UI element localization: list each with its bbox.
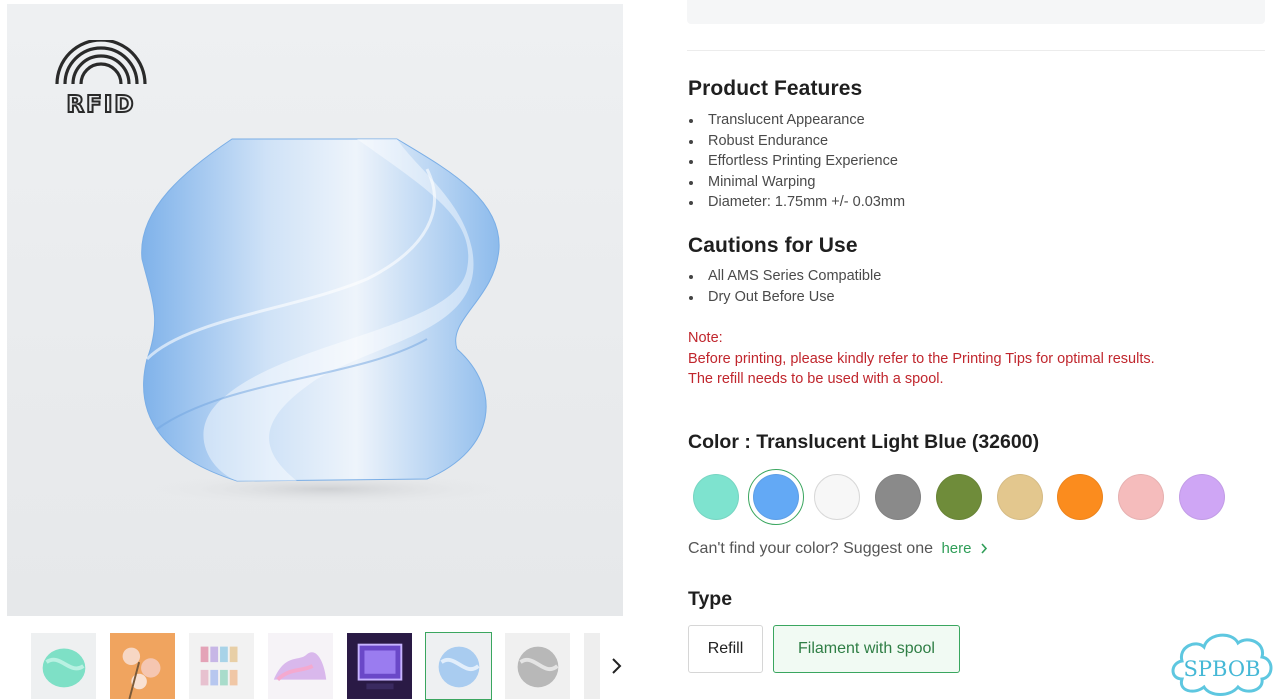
swatch-light-blue[interactable]	[753, 474, 799, 520]
watermark-text: SPBOB	[1184, 657, 1261, 681]
note-label: Note:	[688, 330, 723, 346]
thumbnail-strip	[30, 632, 600, 700]
suggest-text: Can't find your color? Suggest one	[688, 540, 933, 557]
thumbnail-partial[interactable]	[583, 632, 600, 700]
list-item: All AMS Series Compatible	[688, 266, 881, 287]
spbob-watermark: SPBOB	[1171, 633, 1273, 696]
type-refill-button[interactable]: Refill	[688, 625, 763, 673]
swatch-mint[interactable]	[693, 474, 739, 520]
thumbnail-purple-lamp[interactable]	[346, 632, 413, 700]
type-spool-button[interactable]: Filament with spool	[773, 625, 960, 673]
cautions-list: All AMS Series Compatible Dry Out Before…	[688, 266, 881, 308]
list-item: Effortless Printing Experience	[688, 151, 905, 172]
product-main-image[interactable]: RFID	[7, 4, 623, 616]
list-item: Diameter: 1.75mm +/- 0.03mm	[688, 192, 905, 213]
rfid-label: RFID	[66, 92, 135, 116]
list-item: Minimal Warping	[688, 172, 905, 193]
swatch-beige[interactable]	[997, 474, 1043, 520]
chevron-right-icon	[612, 658, 622, 674]
swatch-olive[interactable]	[936, 474, 982, 520]
swatch-lavender[interactable]	[1179, 474, 1225, 520]
rfid-logo: RFID	[55, 40, 147, 116]
color-heading: Color : Translucent Light Blue (32600)	[688, 431, 1040, 453]
note-line-2: The refill needs to be used with a spool…	[688, 371, 944, 387]
thumbnail-orange-flowers[interactable]	[109, 632, 176, 700]
type-heading: Type	[688, 588, 733, 610]
cautions-title: Cautions for Use	[688, 234, 858, 257]
list-item: Dry Out Before Use	[688, 287, 881, 308]
vase-image	[141, 138, 502, 505]
top-info-bar	[687, 0, 1265, 24]
swatch-white[interactable]	[814, 474, 860, 520]
chevron-right-icon	[981, 543, 987, 554]
swatch-gray[interactable]	[875, 474, 921, 520]
printing-note: Note: Before printing, please kindly ref…	[688, 328, 1155, 390]
features-list: Translucent Appearance Robust Endurance …	[688, 110, 905, 213]
note-line-1: Before printing, please kindly refer to …	[688, 350, 1155, 367]
thumbnail-light-blue-vase[interactable]	[425, 632, 492, 700]
list-item: Translucent Appearance	[688, 110, 905, 131]
suggest-link-label: here	[941, 540, 972, 557]
gallery-next-button[interactable]	[604, 652, 628, 680]
swatch-pink[interactable]	[1118, 474, 1164, 520]
suggest-here-link[interactable]: here	[941, 540, 987, 557]
list-item: Robust Endurance	[688, 131, 905, 152]
swatch-orange[interactable]	[1057, 474, 1103, 520]
divider	[687, 50, 1265, 51]
features-title: Product Features	[688, 77, 863, 100]
thumbnail-mint-vase[interactable]	[30, 632, 97, 700]
suggest-color: Can't find your color? Suggest one here	[688, 540, 988, 558]
thumbnail-pink-wave[interactable]	[267, 632, 334, 700]
thumbnail-filament-rainbow[interactable]	[188, 632, 255, 700]
thumbnail-gray-vase[interactable]	[504, 632, 571, 700]
